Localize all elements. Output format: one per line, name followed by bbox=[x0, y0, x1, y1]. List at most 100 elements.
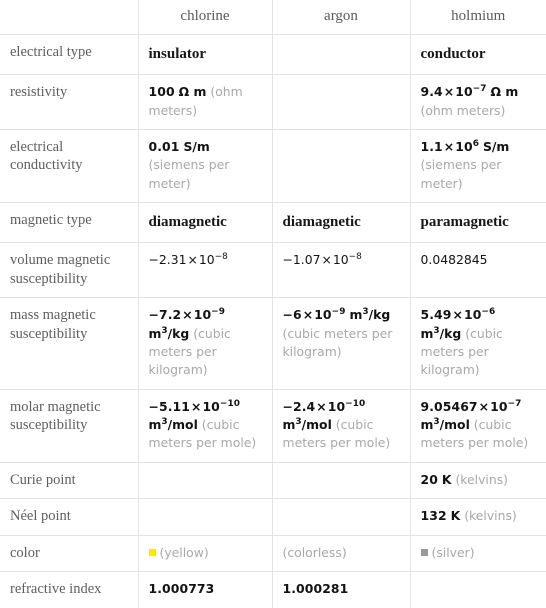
multiplication-sign-icon: × bbox=[187, 252, 198, 268]
cell-electrical-type-chlorine: insulator bbox=[137, 33, 273, 76]
value-base: 10 bbox=[193, 307, 212, 323]
value-unit: m3/kg bbox=[349, 307, 391, 323]
empty-value bbox=[149, 507, 262, 508]
cell-neel-point-argon bbox=[271, 498, 411, 536]
cell-electrical-conductivity-argon bbox=[271, 128, 411, 203]
value-number: −5.11×10−10 bbox=[149, 399, 241, 414]
row-label-electrical-type: electrical type bbox=[0, 33, 139, 76]
value-number: 1.000281 bbox=[283, 581, 349, 596]
value-unit: S/m bbox=[183, 138, 210, 154]
value-base: 10 bbox=[490, 398, 508, 414]
value-exponent: 6 bbox=[472, 138, 479, 149]
row-label-mass-magnetic-susceptibility: mass magnetic susceptibility bbox=[0, 297, 139, 390]
multiplication-sign-icon: × bbox=[321, 252, 332, 268]
cell-color-chlorine: (yellow) bbox=[137, 534, 273, 573]
value-unit-note: (ohm meters) bbox=[420, 102, 506, 118]
color-name: (silver) bbox=[431, 544, 475, 560]
value-number: −2.4×10−10 bbox=[283, 399, 366, 414]
value-unit-note: (kelvins) bbox=[455, 471, 509, 487]
value-mantissa: 1.000281 bbox=[282, 581, 349, 597]
table-row: color (yellow) (colorless) (silver) bbox=[0, 534, 546, 573]
table-row: Néel point 132 K (kelvins) bbox=[0, 498, 546, 536]
value-exponent: −8 bbox=[348, 252, 362, 263]
value-unit-note: (siemens per meter) bbox=[148, 157, 230, 191]
value-exponent: −8 bbox=[214, 252, 228, 263]
color-name: (colorless) bbox=[282, 544, 347, 560]
cell-magnetic-type-argon: diamagnetic bbox=[271, 201, 411, 244]
value-base: 10 bbox=[202, 398, 220, 414]
value-number: −2.31×10−8 bbox=[149, 252, 228, 267]
value-unit-note: (kelvins) bbox=[464, 508, 517, 524]
row-label-volume-magnetic-susceptibility: volume magnetic susceptibility bbox=[0, 242, 139, 299]
cell-volume-magnetic-susceptibility-chlorine: −2.31×10−8 bbox=[137, 242, 273, 299]
value-number: 9.05467×10−7 bbox=[421, 399, 522, 414]
multiplication-sign-icon: × bbox=[443, 138, 455, 154]
value-text: paramagnetic bbox=[420, 213, 509, 230]
value-unit: m3/mol bbox=[420, 416, 470, 433]
value-exponent: −9 bbox=[211, 307, 226, 318]
element-properties-table: chlorine argon holmium electrical type in… bbox=[0, 0, 546, 608]
value-exponent: −10 bbox=[219, 398, 241, 409]
value-text: insulator bbox=[148, 46, 207, 62]
cell-neel-point-chlorine bbox=[137, 498, 273, 536]
value-number: −1.07×10−8 bbox=[283, 252, 362, 267]
table-row: mass magnetic susceptibility −7.2×10−9 m3… bbox=[0, 297, 546, 390]
cell-electrical-type-argon bbox=[271, 33, 411, 76]
value-mantissa: −2.4 bbox=[282, 398, 316, 414]
value-number: 1.1×106 bbox=[421, 139, 480, 154]
table-row: electrical type insulator conductor bbox=[0, 33, 546, 76]
value-mantissa: 0.01 bbox=[148, 138, 180, 154]
value-base: 10 bbox=[314, 307, 332, 323]
value-mantissa: 1.1 bbox=[420, 138, 443, 154]
empty-value bbox=[283, 83, 400, 84]
column-header-argon: argon bbox=[271, 0, 411, 35]
value-base: 10 bbox=[455, 138, 473, 154]
multiplication-sign-icon: × bbox=[316, 398, 327, 414]
cell-resistivity-chlorine: 100 Ω m (ohm meters) bbox=[137, 74, 273, 130]
cell-curie-point-chlorine bbox=[137, 461, 273, 500]
cell-mass-magnetic-susceptibility-argon: −6×10−9 m3/kg (cubic meters per kilogram… bbox=[271, 297, 411, 390]
table-corner-cell bbox=[0, 0, 139, 35]
value-text: diamagnetic bbox=[148, 213, 227, 230]
value-mantissa: −1.07 bbox=[282, 252, 321, 268]
column-header-chlorine: chlorine bbox=[137, 0, 273, 35]
value-number: −7.2×10−9 bbox=[149, 307, 226, 322]
row-label-neel-point: Néel point bbox=[0, 498, 139, 536]
cell-molar-magnetic-susceptibility-holmium: 9.05467×10−7 m3/mol (cubic meters per mo… bbox=[409, 388, 546, 463]
value-base: 10 bbox=[463, 307, 482, 323]
cell-volume-magnetic-susceptibility-holmium: 0.0482845 bbox=[409, 242, 546, 299]
multiplication-sign-icon: × bbox=[452, 307, 463, 323]
column-header-holmium: holmium bbox=[409, 0, 546, 35]
value-unit: m3/mol bbox=[148, 416, 198, 433]
cell-volume-magnetic-susceptibility-argon: −1.07×10−8 bbox=[271, 242, 411, 299]
value-unit: Ω m bbox=[178, 84, 207, 100]
value-mantissa: 9.4 bbox=[420, 84, 443, 100]
value-number: 100 bbox=[149, 84, 175, 99]
value-mantissa: 100 bbox=[148, 84, 175, 100]
row-label-color: color bbox=[0, 534, 139, 573]
value-unit: S/m bbox=[482, 138, 510, 154]
row-label-magnetic-type: magnetic type bbox=[0, 201, 139, 244]
value-unit: Ω m bbox=[490, 84, 519, 100]
empty-value bbox=[421, 580, 537, 581]
multiplication-sign-icon: × bbox=[190, 398, 202, 414]
cell-curie-point-holmium: 20 K (kelvins) bbox=[409, 461, 546, 500]
cell-mass-magnetic-susceptibility-chlorine: −7.2×10−9 m3/kg (cubic meters per kilogr… bbox=[137, 297, 273, 390]
color-name: (yellow) bbox=[159, 544, 209, 560]
value-number: 0.01 bbox=[149, 139, 180, 154]
value-unit: K bbox=[450, 508, 461, 524]
value-text: diamagnetic bbox=[282, 213, 361, 230]
value-mantissa: 20 bbox=[420, 471, 438, 487]
empty-value bbox=[283, 43, 400, 44]
row-label-molar-magnetic-susceptibility: molar magnetic susceptibility bbox=[0, 388, 139, 463]
cell-magnetic-type-chlorine: diamagnetic bbox=[137, 201, 273, 244]
color-swatch-icon bbox=[148, 548, 156, 556]
row-label-curie-point: Curie point bbox=[0, 461, 139, 500]
value-number: 5.49×10−6 bbox=[421, 307, 496, 322]
value-mantissa: −7.2 bbox=[148, 307, 182, 323]
value-unit-note: (cubic meters per kilogram) bbox=[282, 325, 393, 359]
value-base: 10 bbox=[198, 252, 215, 268]
table-body: electrical type insulator conductor resisti… bbox=[0, 33, 546, 608]
cell-mass-magnetic-susceptibility-holmium: 5.49×10−6 m3/kg (cubic meters per kilogr… bbox=[409, 297, 546, 390]
value-number: 9.4×10−7 bbox=[421, 84, 487, 99]
